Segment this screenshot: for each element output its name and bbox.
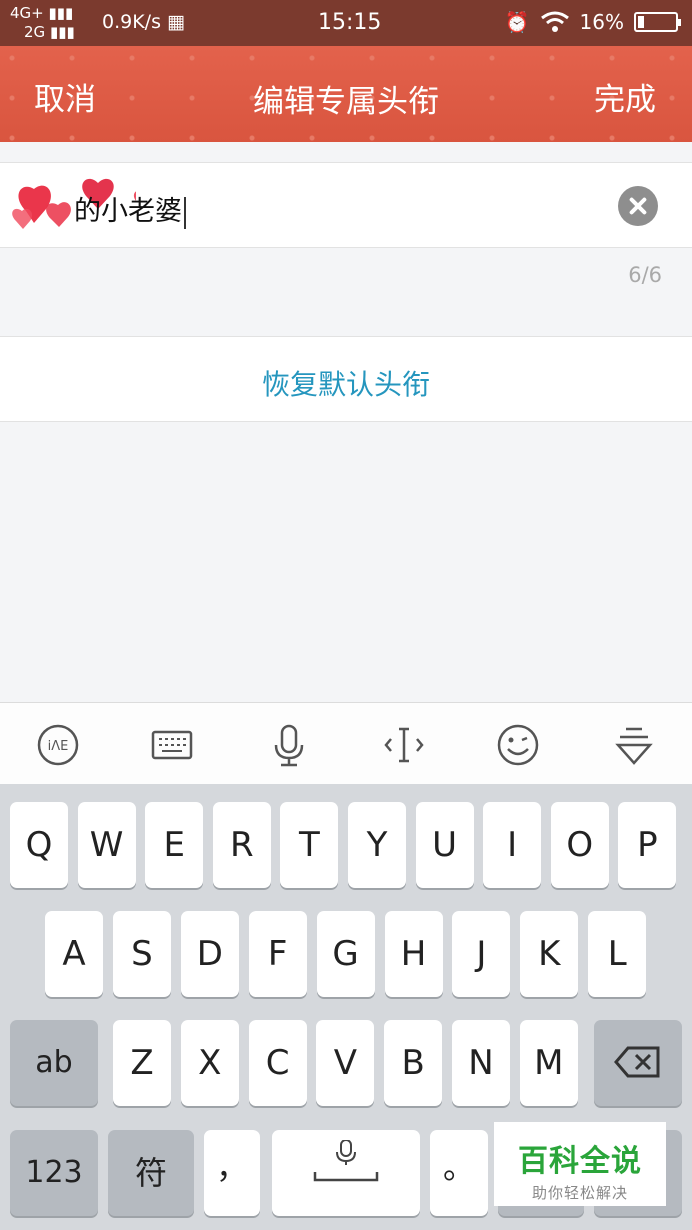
restore-default-row[interactable]: 恢复默认头衔 bbox=[0, 336, 692, 422]
status-bar: 4G+ ▮▮▮ 2G ▮▮▮ 0.9K/s ▦ 15:15 ⏰ 16% bbox=[0, 0, 692, 46]
cursor-move-icon[interactable] bbox=[382, 723, 426, 767]
key-u[interactable]: U bbox=[415, 802, 474, 888]
signal-icon: ▮▮▮ bbox=[48, 4, 74, 22]
clear-input-icon[interactable] bbox=[618, 186, 658, 226]
key-j[interactable]: J bbox=[452, 911, 511, 997]
key-v[interactable]: V bbox=[316, 1020, 375, 1106]
hide-keyboard-icon[interactable] bbox=[612, 723, 656, 767]
signal-icon: ▮▮▮ bbox=[49, 23, 75, 41]
battery-icon bbox=[634, 12, 681, 32]
key-space[interactable] bbox=[272, 1130, 420, 1216]
text-caret bbox=[184, 196, 186, 229]
key-period[interactable]: 。 bbox=[430, 1130, 488, 1216]
key-t[interactable]: T bbox=[280, 802, 339, 888]
title-input-value: 的小老婆 bbox=[74, 196, 182, 227]
key-symbols[interactable]: 符 bbox=[108, 1130, 194, 1216]
key-y[interactable]: Y bbox=[348, 802, 406, 888]
handwriting-icon[interactable]: iΛE bbox=[36, 723, 80, 767]
alarm-icon: ⏰ bbox=[504, 10, 530, 34]
network-speed-text: 0.9K/s bbox=[102, 11, 161, 33]
key-b[interactable]: B bbox=[384, 1020, 443, 1106]
key-k[interactable]: K bbox=[520, 911, 579, 997]
key-shift[interactable]: ab bbox=[10, 1020, 98, 1106]
watermark-main: 百科全说 bbox=[518, 1144, 642, 1179]
clock: 15:15 bbox=[318, 10, 382, 35]
battery-fill bbox=[638, 16, 644, 28]
keyboard-switch-icon[interactable] bbox=[150, 723, 194, 767]
key-l[interactable]: L bbox=[588, 911, 647, 997]
network-speed: 0.9K/s ▦ bbox=[102, 11, 185, 33]
key-comma[interactable]: ， bbox=[204, 1130, 260, 1216]
handwriting-label: iΛE bbox=[48, 739, 69, 754]
nav-bar: 取消 编辑专属头衔 完成 bbox=[0, 46, 692, 142]
backspace-key[interactable] bbox=[594, 1020, 682, 1106]
emoji-icon[interactable] bbox=[496, 723, 540, 767]
restore-default-button[interactable]: 恢复默认头衔 bbox=[0, 363, 692, 403]
key-q[interactable]: Q bbox=[10, 802, 68, 888]
key-i[interactable]: I bbox=[483, 802, 542, 888]
key-o[interactable]: O bbox=[550, 802, 609, 888]
watermark-sub: 助你轻松解决 bbox=[531, 1184, 628, 1202]
key-c[interactable]: C bbox=[248, 1020, 307, 1106]
backspace-icon bbox=[614, 1046, 660, 1078]
key-z[interactable]: Z bbox=[113, 1020, 171, 1106]
key-numbers[interactable]: 123 bbox=[10, 1130, 98, 1216]
key-h[interactable]: H bbox=[384, 911, 443, 997]
key-r[interactable]: R bbox=[212, 802, 271, 888]
key-a[interactable]: A bbox=[45, 911, 103, 997]
network-type-secondary: 2G bbox=[24, 23, 46, 41]
key-s[interactable]: S bbox=[112, 911, 171, 997]
key-n[interactable]: N bbox=[452, 1020, 510, 1106]
wifi-icon bbox=[540, 11, 569, 32]
battery-percent: 16% bbox=[579, 10, 624, 34]
key-w[interactable]: W bbox=[77, 802, 136, 888]
status-right: ⏰ 16% bbox=[504, 10, 681, 34]
title-input[interactable]: 的小老婆 bbox=[74, 189, 186, 229]
key-e[interactable]: E bbox=[145, 802, 204, 888]
key-p[interactable]: P bbox=[618, 802, 677, 888]
key-m[interactable]: M bbox=[519, 1020, 578, 1106]
keyboard-icon: ▦ bbox=[167, 11, 185, 33]
space-mic-icon bbox=[313, 1139, 379, 1182]
title-input-row[interactable]: 的小老婆 bbox=[0, 162, 692, 248]
key-f[interactable]: F bbox=[248, 911, 307, 997]
microphone-icon[interactable] bbox=[267, 723, 311, 767]
done-button[interactable]: 完成 bbox=[594, 74, 656, 119]
watermark-logo: 百科全说 助你轻松解决 bbox=[494, 1122, 666, 1206]
character-counter: 6/6 bbox=[628, 263, 662, 287]
key-g[interactable]: G bbox=[316, 911, 375, 997]
key-d[interactable]: D bbox=[180, 911, 239, 997]
network-type-primary: 4G+ bbox=[10, 4, 44, 22]
network-indicator: 4G+ ▮▮▮ 2G ▮▮▮ bbox=[10, 4, 75, 42]
page-title: 编辑专属头衔 bbox=[253, 84, 439, 120]
keyboard-toolbar: iΛE bbox=[0, 702, 692, 784]
key-x[interactable]: X bbox=[180, 1020, 239, 1106]
